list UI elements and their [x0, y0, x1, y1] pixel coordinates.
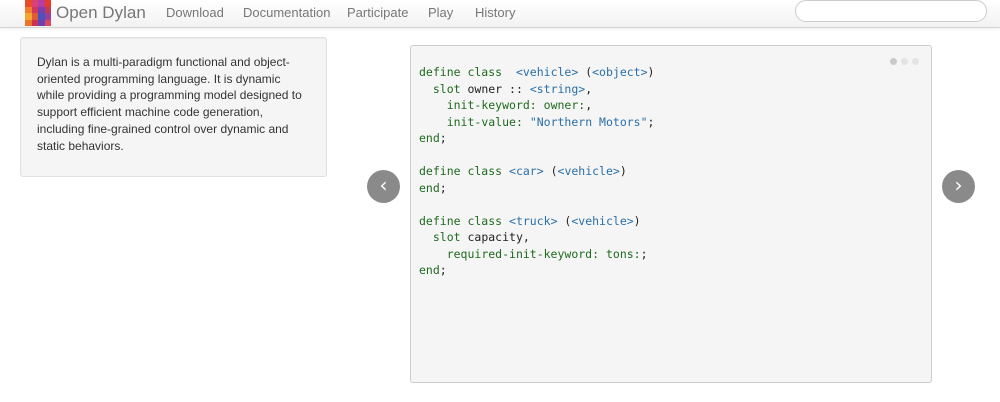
code-token: end	[419, 131, 440, 145]
description-panel: Dylan is a multi-paradigm functional and…	[20, 37, 327, 177]
code-token: ,	[585, 81, 593, 96]
open-dylan-logo-icon[interactable]	[25, 0, 51, 26]
code-token: end	[419, 180, 440, 195]
nav-link-participate[interactable]: Participate	[347, 5, 408, 21]
chevron-right-icon: ›	[954, 173, 963, 197]
code-token: owner ::	[460, 81, 530, 96]
nav-link-documentation[interactable]: Documentation	[243, 5, 330, 21]
code-token: ;	[647, 114, 655, 129]
code-token: (	[543, 164, 558, 178]
code-token: define class	[419, 213, 503, 228]
carousel-indicators	[890, 58, 919, 65]
description-text: Dylan is a multi-paradigm functional and…	[37, 55, 302, 153]
chevron-left-icon: ‹	[379, 173, 388, 197]
code-token: end	[419, 263, 440, 277]
nav-link-history[interactable]: History	[475, 5, 515, 21]
code-token: required-init-keyword:	[446, 246, 600, 261]
code-line: end;	[419, 180, 654, 197]
code-line: end;	[419, 262, 654, 279]
code-token: "Northern Motors"	[529, 114, 648, 129]
code-token: define class	[419, 65, 503, 79]
code-token: <vehicle>	[571, 213, 634, 228]
code-line: slot owner :: <string>,	[419, 81, 654, 98]
code-token: (	[557, 213, 572, 228]
code-token: <vehicle>	[557, 164, 620, 178]
code-line: init-keyword: owner:,	[419, 97, 654, 114]
code-line: define class <truck> (<vehicle>)	[419, 213, 654, 230]
navbar: Open Dylan Download Documentation Partic…	[0, 0, 1000, 28]
code-token: init-keyword:	[446, 98, 537, 112]
carousel-indicator-dot[interactable]	[890, 58, 897, 65]
code-token: <string>	[529, 81, 586, 96]
carousel-indicator-dot[interactable]	[901, 58, 908, 65]
carousel-prev-button[interactable]: ‹	[367, 170, 400, 203]
code-sample-panel: define class <vehicle> (<object>) slot o…	[410, 45, 932, 383]
code-token: <object>	[592, 65, 648, 79]
code-token: <truck>	[509, 213, 558, 228]
nav-link-download[interactable]: Download	[166, 5, 224, 21]
code-token: ;	[439, 263, 447, 277]
code-token: owner:	[543, 98, 586, 112]
code-line: define class <car> (<vehicle>)	[419, 163, 654, 180]
code-line: required-init-keyword: tons:;	[419, 246, 654, 263]
nav-link-play[interactable]: Play	[428, 5, 453, 21]
code-token: )	[619, 164, 627, 178]
brand-link[interactable]: Open Dylan	[56, 2, 146, 24]
code-line: init-value: "Northern Motors";	[419, 114, 655, 131]
code-line: define class <vehicle> (<object>)	[419, 64, 654, 81]
search-input[interactable]	[795, 0, 987, 22]
code-token: capacity,	[460, 230, 530, 244]
code-token: ;	[439, 180, 447, 195]
code-token: define class	[419, 164, 503, 178]
code-token: ;	[439, 131, 447, 145]
carousel-indicator-dot[interactable]	[912, 58, 919, 65]
code-token: slot	[432, 81, 461, 96]
code-sample: define class <vehicle> (<object>) slot o…	[419, 64, 654, 279]
code-token: ,	[585, 98, 593, 112]
code-line: end;	[419, 130, 654, 147]
code-token: init-value:	[446, 114, 523, 129]
code-token: <car>	[509, 164, 544, 178]
code-token: )	[633, 213, 641, 228]
code-token: )	[647, 65, 655, 79]
code-token: ;	[640, 246, 648, 261]
carousel-next-button[interactable]: ›	[942, 170, 975, 203]
code-token: tons:	[605, 246, 641, 261]
code-token: (	[578, 65, 593, 79]
code-token: slot	[432, 230, 461, 244]
code-token: <vehicle>	[515, 65, 579, 79]
logo-tile	[44, 19, 51, 26]
code-line: slot capacity,	[419, 229, 654, 246]
